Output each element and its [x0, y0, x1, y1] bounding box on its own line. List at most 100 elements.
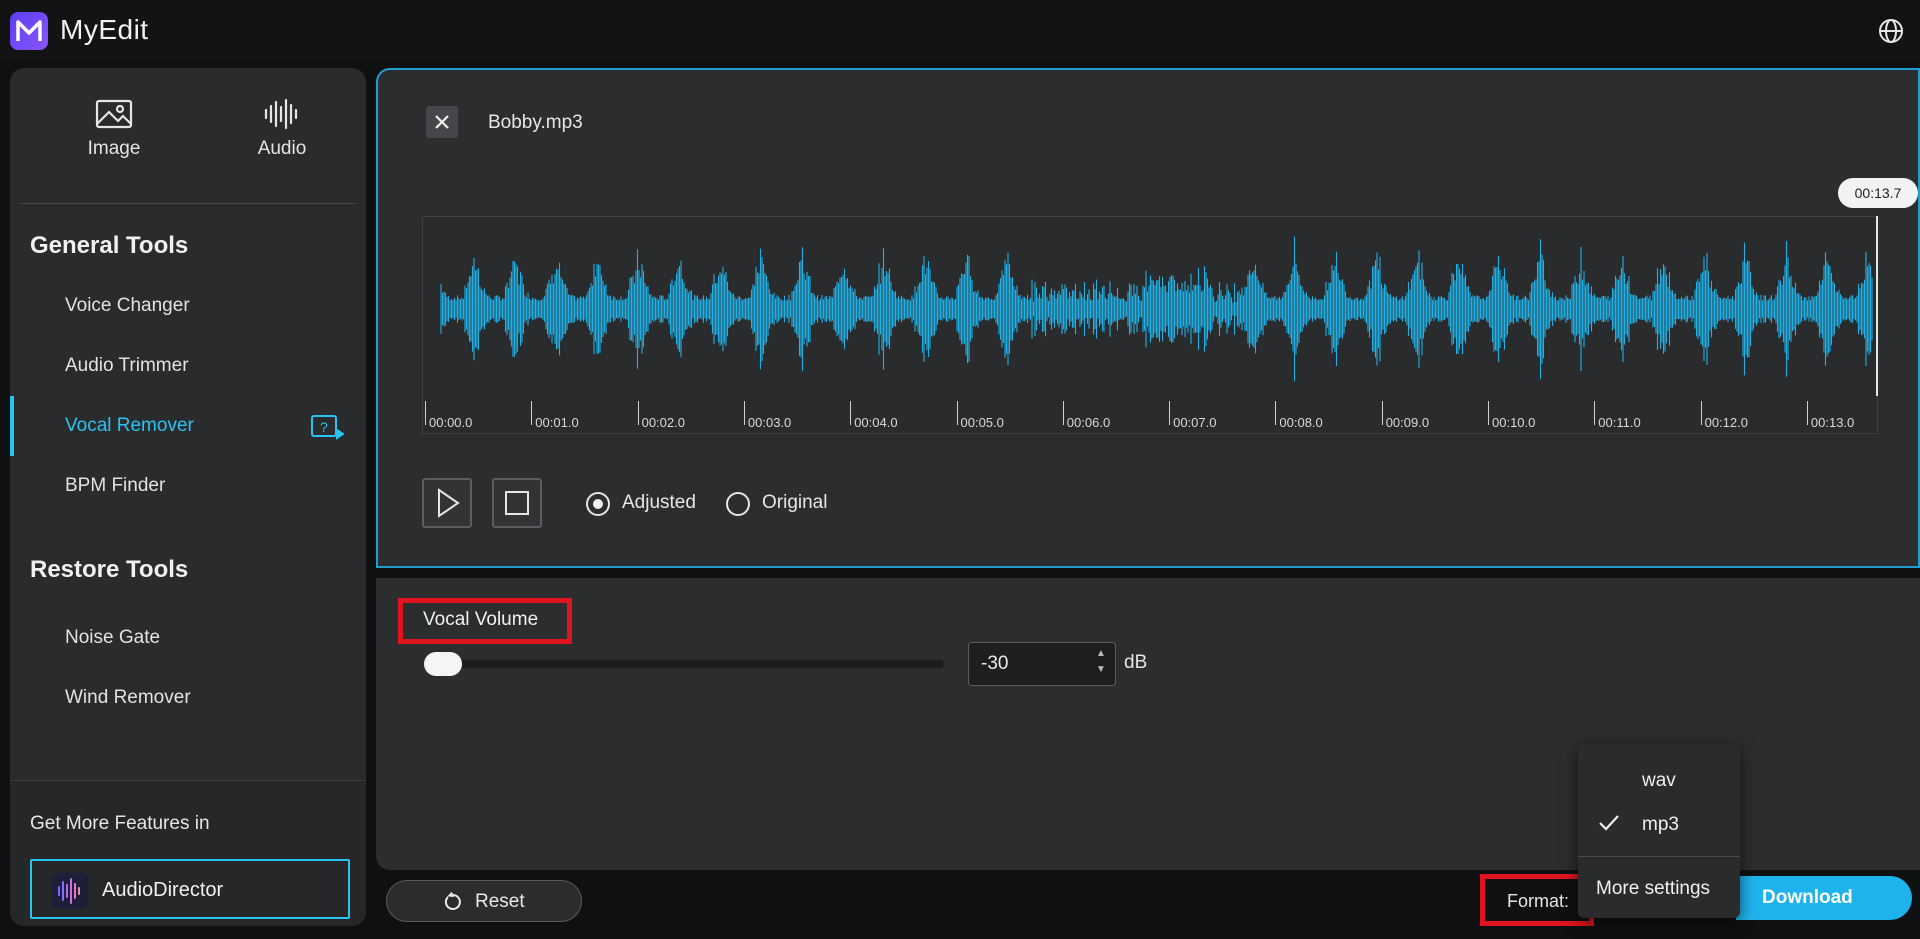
more-settings-option[interactable]: More settings [1596, 878, 1710, 900]
sidebar-item-label: Wind Remover [65, 687, 191, 708]
timeline-tick-label: 00:05.0 [960, 415, 1004, 430]
format-option-wav[interactable]: wav [1578, 758, 1740, 802]
sidebar-item-bpm-finder[interactable]: BPM Finder [10, 462, 366, 510]
timeline-tick-label: 00:00.0 [429, 415, 473, 430]
sidebar-item-label: Noise Gate [65, 627, 161, 648]
timeline-tick [1806, 401, 1808, 425]
sidebar-item-voice-changer[interactable]: Voice Changer [10, 282, 366, 330]
timeline-tick [531, 401, 533, 425]
timeline-tick-label: 00:13.0 [1810, 415, 1855, 430]
timeline-tick-label: 00:08.0 [1279, 415, 1323, 430]
file-name: Bobby.mp3 [488, 112, 583, 133]
sidebar-item-label: Vocal Remover [65, 415, 194, 436]
sidebar-item-label: Voice Changer [65, 295, 190, 316]
timeline-tick [425, 401, 426, 425]
format-option-mp3[interactable]: mp3 [1578, 802, 1740, 846]
radio-unselected-icon [726, 492, 750, 516]
check-icon [1599, 815, 1619, 831]
stop-icon [505, 491, 529, 515]
vocal-volume-unit: dB [1124, 652, 1148, 673]
sidebar-item-noise-gate[interactable]: Noise Gate [10, 614, 366, 662]
svg-text:?: ? [320, 419, 328, 435]
timeline-tick [850, 401, 852, 425]
waveform-graph [440, 236, 1873, 382]
tab-audio[interactable]: Audio [222, 98, 342, 160]
close-file-button[interactable] [426, 106, 458, 138]
top-bar: MyEdit [0, 0, 1920, 62]
format-selector[interactable]: Format: [1480, 874, 1594, 926]
audiodirector-label: AudioDirector [102, 879, 224, 901]
timeline-tick-label: 00:01.0 [535, 415, 579, 430]
sidebar-item-label: BPM Finder [65, 475, 166, 496]
play-icon [438, 488, 460, 518]
vocal-volume-slider[interactable] [428, 660, 944, 668]
more-features-text: Get More Features in [30, 813, 210, 834]
reset-button[interactable]: Reset [386, 880, 582, 922]
sidebar: Image Audio General Tools Voice Changer … [10, 68, 366, 926]
timeline-tick-label: 00:03.0 [747, 415, 792, 430]
image-icon [95, 99, 133, 129]
waveform[interactable]: 00:00.0 00:01.0 00:02.0 00:03.0 00:04.0 00:05… [422, 216, 1878, 434]
sidebar-item-vocal-remover[interactable]: Vocal Remover ? [10, 396, 366, 456]
timeline-tick-label: 00:06.0 [1066, 415, 1111, 430]
timeline-tick-label: 00:10.0 [1492, 415, 1536, 430]
timeline-tick [956, 401, 958, 425]
format-label: Format: [1507, 891, 1570, 911]
sidebar-item-label: Audio Trimmer [65, 355, 189, 376]
download-label: Download [1762, 887, 1853, 908]
radio-selected-icon [586, 492, 610, 516]
sidebar-item-wind-remover[interactable]: Wind Remover [10, 674, 366, 722]
timeline-tick [743, 401, 745, 425]
timeline-tick [1062, 401, 1064, 425]
audio-wave-icon [264, 98, 298, 130]
timeline-tick-label: 00:04.0 [854, 415, 898, 430]
sidebar-divider [20, 203, 356, 204]
format-option-label: mp3 [1642, 814, 1679, 835]
timeline-tick-label: 00:07.0 [1173, 415, 1217, 430]
timeline-tick-label: 00:09.0 [1385, 415, 1430, 430]
timeline-tick [637, 401, 639, 425]
tab-image-label: Image [87, 138, 141, 159]
promo-section: Get More Features in AudioDirector [10, 780, 366, 926]
app-title: MyEdit [60, 14, 149, 45]
play-button[interactable] [422, 478, 472, 528]
vocal-volume-slider-thumb[interactable] [424, 652, 462, 676]
general-tools-heading: General Tools [30, 232, 189, 259]
original-label: Original [762, 492, 828, 513]
tutorial-video-icon[interactable]: ? [310, 414, 344, 440]
timeline-tick [1488, 401, 1489, 425]
tab-audio-label: Audio [257, 138, 307, 159]
sidebar-item-audio-trimmer[interactable]: Audio Trimmer [10, 342, 366, 390]
timeline-tick [1594, 401, 1596, 425]
waveform-panel: Bobby.mp3 00:13.7 00:00.0 00:01.0 00:02.0 0… [376, 68, 1920, 568]
format-option-label: wav [1642, 770, 1676, 791]
globe-icon[interactable] [1878, 18, 1904, 49]
download-button[interactable]: Download [1736, 876, 1912, 920]
stepper-arrows-icon[interactable]: ▲ ▼ [1096, 646, 1106, 678]
tab-image[interactable]: Image [54, 98, 174, 160]
myedit-logo[interactable] [10, 12, 48, 50]
timeline-tick [1700, 401, 1702, 425]
close-icon [435, 115, 449, 129]
vocal-volume-input[interactable]: -30 [968, 642, 1116, 686]
dropdown-divider [1578, 856, 1740, 857]
waveform-path [440, 236, 1873, 382]
vocal-volume-label: Vocal Volume [398, 598, 572, 644]
reset-icon [444, 892, 461, 910]
timeline-tick-label: 00:12.0 [1704, 415, 1748, 430]
timeline-tick-label: 00:11.0 [1598, 415, 1641, 430]
restore-tools-heading: Restore Tools [30, 556, 189, 583]
timeline-ruler: 00:00.0 00:01.0 00:02.0 00:03.0 00:04.0 00:05… [423, 401, 1879, 435]
timeline-tick [1381, 401, 1383, 425]
timeline-tick-label: 00:02.0 [641, 415, 685, 430]
stop-button[interactable] [492, 478, 542, 528]
timeline-tick [1275, 401, 1277, 425]
audiodirector-icon [52, 873, 88, 909]
playhead-time: 00:13.7 [1838, 178, 1918, 208]
reset-label: Reset [475, 891, 525, 912]
playhead[interactable] [1876, 216, 1878, 396]
adjusted-label: Adjusted [622, 492, 696, 513]
timeline-tick [1169, 401, 1171, 425]
format-dropdown: wav mp3 More settings [1578, 744, 1740, 918]
audiodirector-button[interactable]: AudioDirector [30, 859, 350, 919]
